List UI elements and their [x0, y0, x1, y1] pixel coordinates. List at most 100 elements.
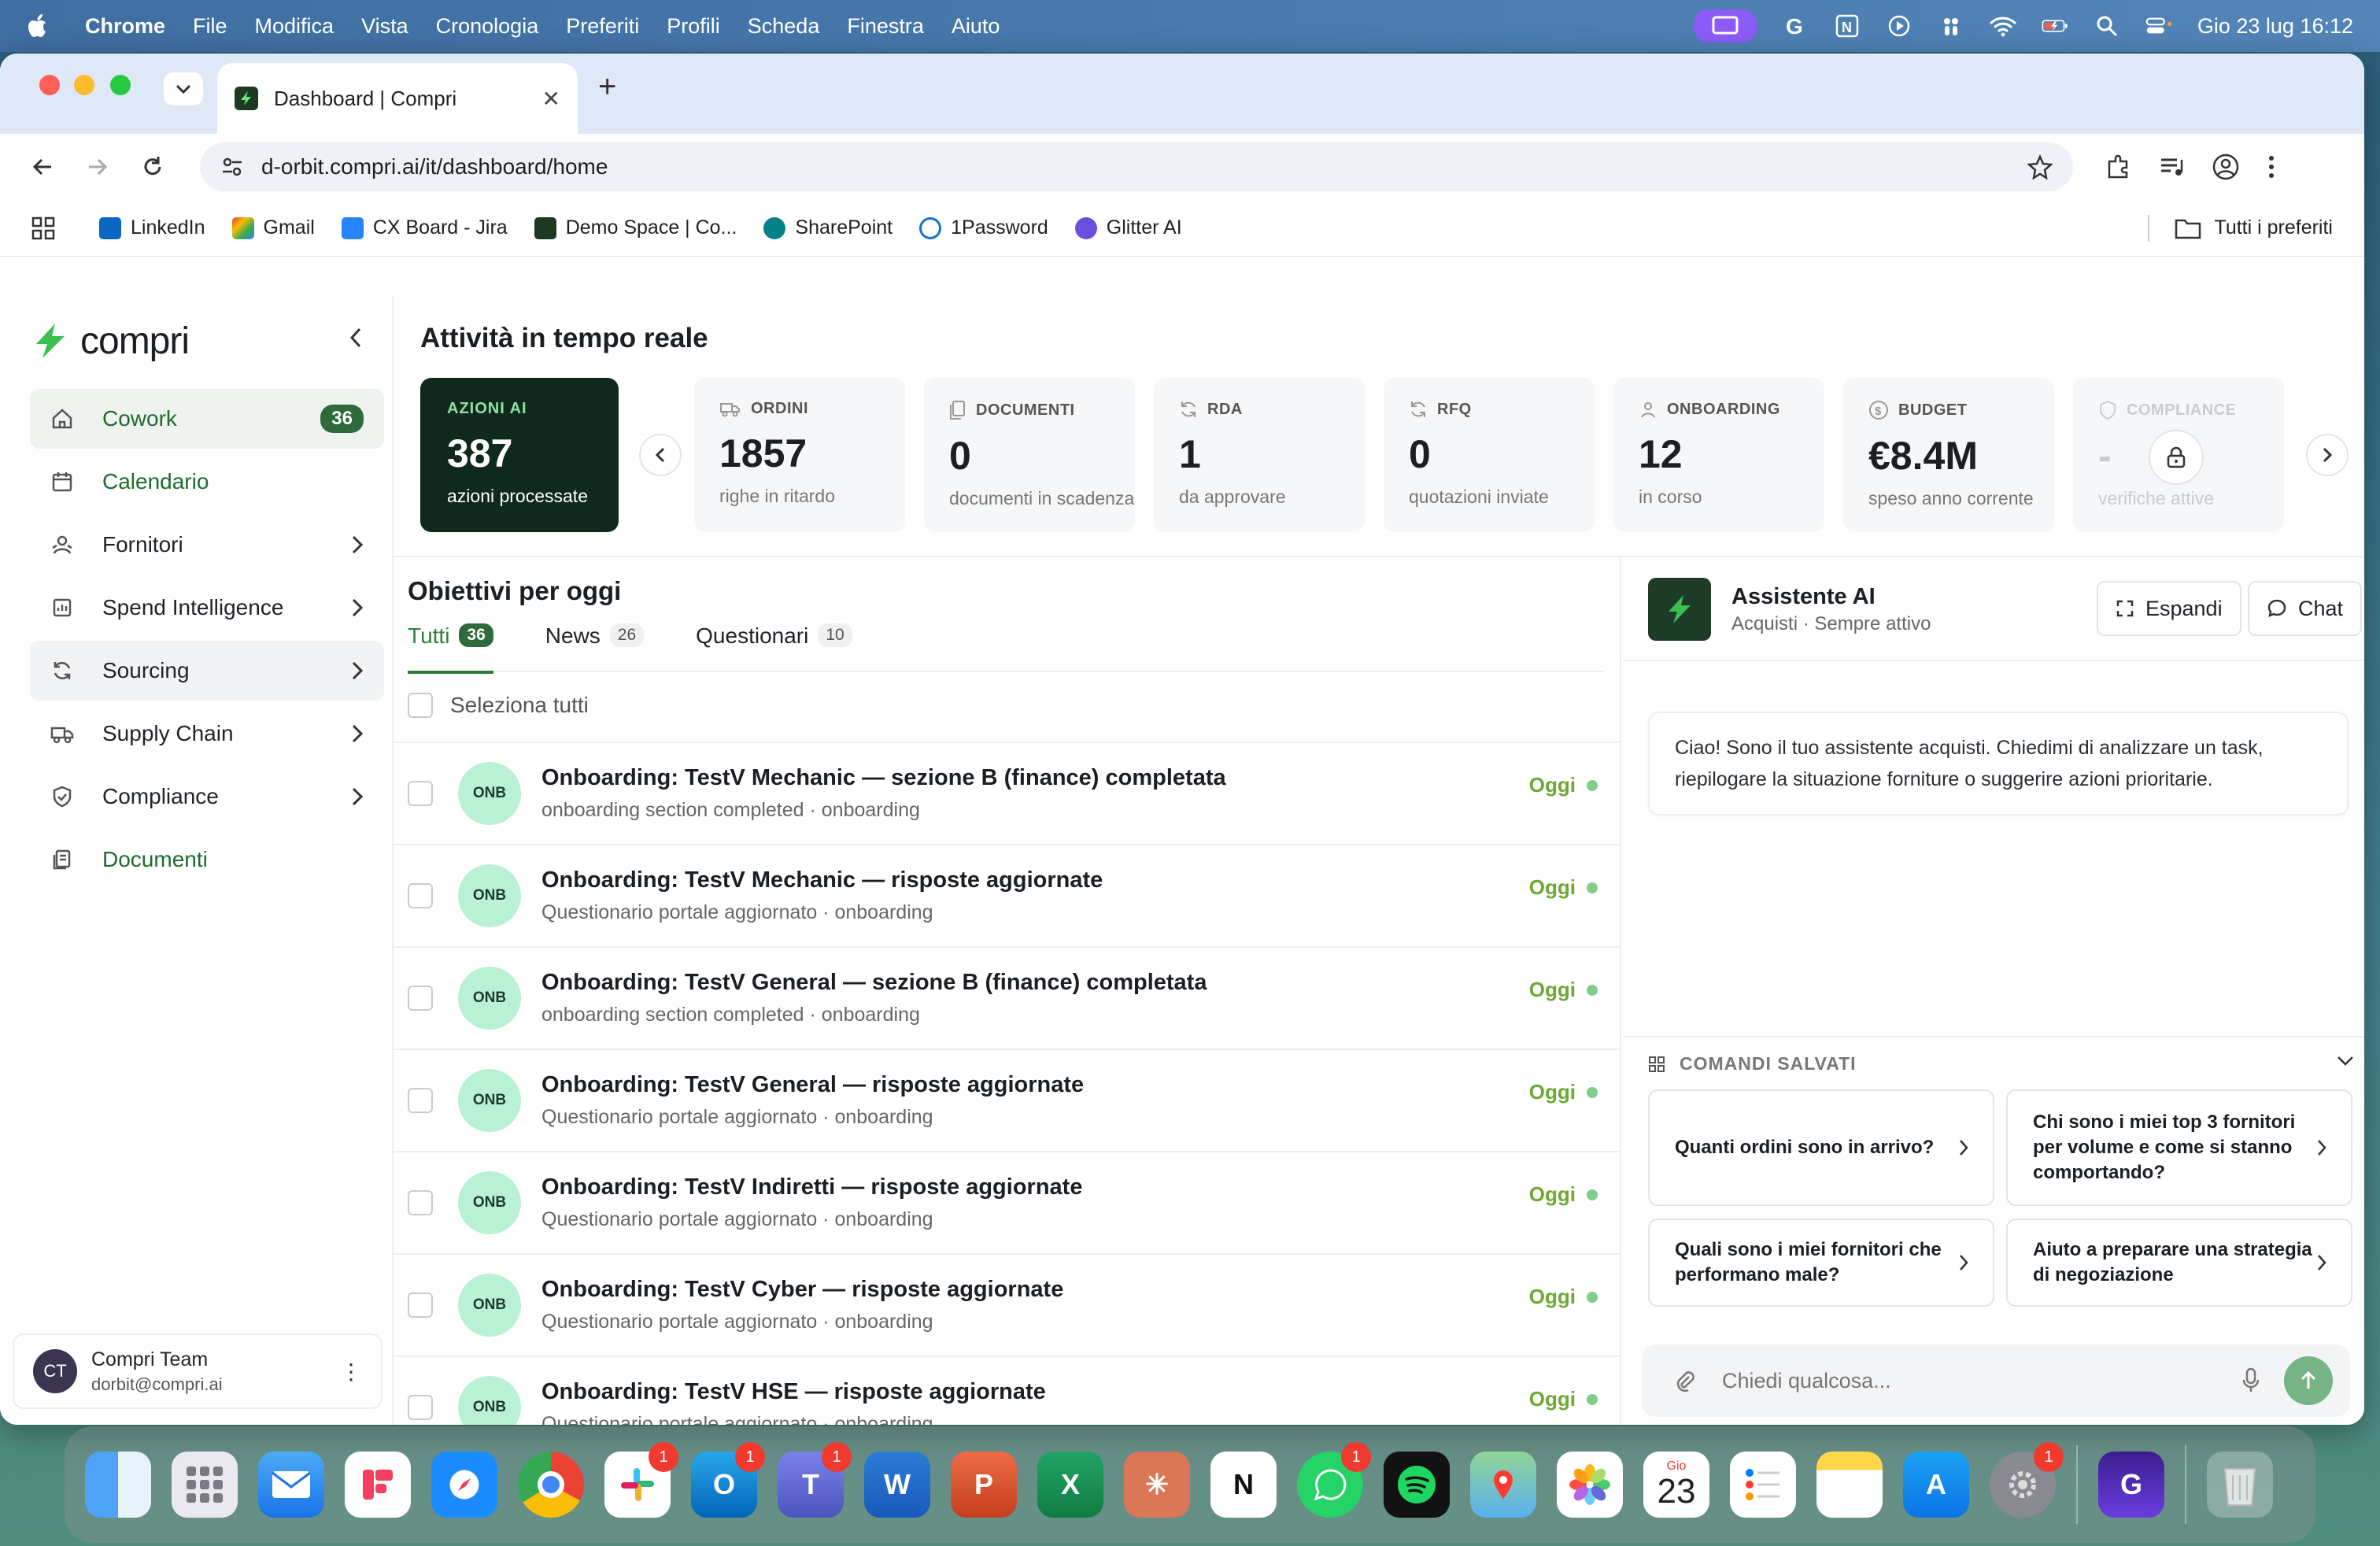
powerpoint-icon[interactable]: P	[951, 1452, 1017, 1518]
battery-icon[interactable]	[2042, 13, 2068, 39]
tab-questionari[interactable]: Questionari 10	[696, 623, 852, 672]
people-icon[interactable]	[1938, 13, 1964, 39]
window-close-button[interactable]	[39, 75, 60, 95]
bookmark-demo-space[interactable]: Demo Space | Co...	[534, 216, 737, 239]
reminders-icon[interactable]	[1730, 1452, 1796, 1518]
list-item[interactable]: ONB Onboarding: TestV Mechanic — sezione …	[394, 742, 1620, 844]
list-item[interactable]: ONB Onboarding: TestV Mechanic — risposte…	[394, 844, 1620, 946]
kpi-compliance[interactable]: COMPLIANCE - verifiche attive	[2073, 378, 2284, 532]
control-center-icon[interactable]	[2145, 13, 2172, 39]
microphone-icon[interactable]	[2241, 1367, 2260, 1394]
tab-close-icon[interactable]: ✕	[542, 86, 560, 112]
play-circle-icon[interactable]	[1886, 13, 1913, 39]
word-icon[interactable]: W	[864, 1452, 930, 1518]
site-settings-icon[interactable]	[220, 155, 244, 179]
teams-icon[interactable]: T1	[778, 1442, 852, 1518]
safari-icon[interactable]	[431, 1452, 497, 1518]
whatsapp-icon[interactable]: 1	[1297, 1442, 1371, 1518]
sidebar-item-cowork[interactable]: Cowork 36	[30, 389, 384, 449]
bookmark-jira[interactable]: CX Board - Jira	[341, 216, 508, 239]
screen-mirroring-icon[interactable]	[1693, 9, 1757, 43]
more-menu-icon[interactable]	[2267, 153, 2276, 180]
list-item[interactable]: ONB Onboarding: TestV General — sezione B…	[394, 946, 1620, 1049]
bookmark-glitter[interactable]: Glitter AI	[1074, 216, 1182, 239]
kpi-documenti[interactable]: DOCUMENTI 0 documenti in scadenza	[924, 378, 1135, 532]
apple-icon[interactable]	[27, 13, 50, 39]
list-item[interactable]: ONB Onboarding: TestV Cyber — risposte ag…	[394, 1253, 1620, 1356]
glitter-menubar-icon[interactable]: G	[1782, 13, 1809, 39]
apps-grid-icon[interactable]	[31, 216, 55, 240]
row-checkbox[interactable]	[408, 1293, 433, 1318]
sidebar-item-sourcing[interactable]: Sourcing	[30, 641, 384, 701]
forward-button[interactable]	[74, 143, 121, 190]
row-checkbox[interactable]	[408, 986, 433, 1011]
menu-finestra[interactable]: Finestra	[847, 14, 924, 39]
kpi-budget[interactable]: $ BUDGET €8.4M speso anno corrente	[1843, 378, 2054, 532]
app-store-icon[interactable]: A	[1903, 1452, 1969, 1518]
photos-icon[interactable]	[1557, 1452, 1623, 1518]
saved-command-2[interactable]: Chi sono i miei top 3 fornitori per volu…	[2006, 1089, 2352, 1206]
freeform-icon[interactable]	[345, 1452, 411, 1518]
spotify-icon[interactable]	[1384, 1452, 1450, 1518]
sidebar-item-compliance[interactable]: Compliance	[30, 767, 384, 827]
kpi-rfq[interactable]: RFQ 0 quotazioni inviate	[1384, 378, 1595, 532]
media-controls-icon[interactable]	[2158, 153, 2185, 180]
tab-tutti[interactable]: Tutti 36	[408, 623, 493, 674]
reload-button[interactable]	[129, 143, 176, 190]
chat-button[interactable]: Chat	[2248, 581, 2363, 636]
menu-app-name[interactable]: Chrome	[85, 14, 165, 39]
menubar-clock[interactable]: Gio 23 lug 16:12	[2197, 14, 2353, 39]
window-minimize-button[interactable]	[74, 75, 94, 95]
menu-file[interactable]: File	[193, 14, 227, 39]
sidebar-item-fornitori[interactable]: Fornitori	[30, 515, 384, 575]
slack-icon[interactable]: 1	[604, 1442, 678, 1518]
window-zoom-button[interactable]	[110, 75, 131, 95]
tab-search-button[interactable]	[164, 72, 203, 105]
kpi-ai-actions[interactable]: AZIONI AI 387 azioni processate	[420, 378, 619, 532]
notion-icon[interactable]: N	[1210, 1452, 1277, 1518]
kpi-scroll-left-button[interactable]	[639, 434, 682, 476]
sidebar-item-calendario[interactable]: Calendario	[30, 452, 384, 512]
bookmark-linkedin[interactable]: LinkedIn	[99, 216, 205, 239]
kpi-scroll-right-button[interactable]	[2306, 434, 2349, 476]
saved-command-3[interactable]: Quali sono i miei fornitori che performa…	[1648, 1219, 1994, 1307]
profile-icon[interactable]	[2212, 153, 2240, 181]
select-all[interactable]: Seleziona tutti	[408, 693, 589, 718]
outlook-icon[interactable]: O1	[691, 1442, 765, 1518]
extensions-icon[interactable]	[2105, 153, 2131, 180]
notes-icon[interactable]	[1816, 1452, 1883, 1518]
row-checkbox[interactable]	[408, 1088, 433, 1113]
list-item[interactable]: ONB Onboarding: TestV General — risposte …	[394, 1049, 1620, 1151]
kpi-ordini[interactable]: ORDINI 1857 righe in ritardo	[694, 378, 905, 532]
address-bar[interactable]: d-orbit.compri.ai/it/dashboard/home	[200, 142, 2073, 191]
collapse-sidebar-icon[interactable]	[348, 326, 364, 350]
send-button[interactable]	[2284, 1356, 2333, 1405]
saved-commands-header[interactable]: COMANDI SALVATI	[1648, 1053, 1857, 1074]
menu-profili[interactable]: Profili	[667, 14, 720, 39]
trash-icon[interactable]	[2207, 1452, 2273, 1518]
row-checkbox[interactable]	[408, 781, 433, 806]
bookmark-gmail[interactable]: Gmail	[231, 216, 315, 239]
sidebar-item-spend-intelligence[interactable]: Spend Intelligence	[30, 578, 384, 638]
row-checkbox[interactable]	[408, 1395, 433, 1420]
menu-aiuto[interactable]: Aiuto	[952, 14, 1000, 39]
back-button[interactable]	[19, 143, 66, 190]
bookmark-sharepoint[interactable]: SharePoint	[763, 216, 893, 239]
new-tab-button[interactable]: +	[598, 69, 616, 105]
menu-modifica[interactable]: Modifica	[255, 14, 334, 39]
list-item[interactable]: ONB Onboarding: TestV Indiretti — rispost…	[394, 1151, 1620, 1253]
menu-scheda[interactable]: Scheda	[748, 14, 820, 39]
menu-cronologia[interactable]: Cronologia	[436, 14, 539, 39]
kpi-rda[interactable]: RDA 1 da approvare	[1154, 378, 1365, 532]
finder-icon[interactable]	[85, 1452, 151, 1518]
expand-button[interactable]: Espandi	[2097, 581, 2241, 636]
menu-preferiti[interactable]: Preferiti	[566, 14, 639, 39]
maps-icon[interactable]	[1470, 1452, 1536, 1518]
glitter-app-icon[interactable]: G	[2098, 1452, 2164, 1518]
list-item[interactable]: ONB Onboarding: TestV HSE — risposte aggi…	[394, 1356, 1620, 1425]
brand-logo[interactable]: compri	[0, 296, 392, 367]
mail-icon[interactable]	[258, 1452, 324, 1518]
sidebar-item-supply-chain[interactable]: Supply Chain	[30, 704, 384, 764]
tab-news[interactable]: News 26	[545, 623, 645, 672]
spotlight-search-icon[interactable]	[2094, 13, 2120, 39]
